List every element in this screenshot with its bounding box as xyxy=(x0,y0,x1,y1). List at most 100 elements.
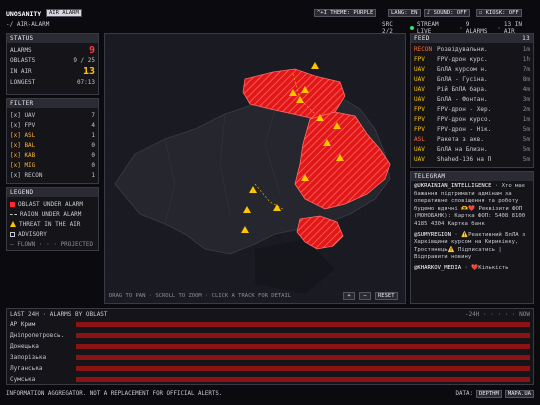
feed-text: Розвідувальни. xyxy=(437,45,488,53)
source-link-mapa[interactable]: MAPA.UA xyxy=(504,390,534,398)
alarm-duration-bar xyxy=(76,344,530,349)
feed-item[interactable]: FPV FPV-дрон курсо. 1m xyxy=(414,114,530,124)
oblast-label: Запорізька xyxy=(10,354,47,361)
alarm-track xyxy=(76,333,530,338)
zoom-in-button[interactable]: + xyxy=(343,292,355,300)
threat-triangle-icon xyxy=(10,221,16,227)
map-canvas[interactable] xyxy=(105,34,406,304)
timeline-header: LAST 24H · ALARMS BY OBLAST -24H · · · ·… xyxy=(10,310,530,318)
filter-count: 0 xyxy=(91,141,95,149)
panel-header: LEGEND xyxy=(7,188,98,197)
filter-label[interactable]: [x] BAL xyxy=(10,142,35,149)
oblast-label: Донецька xyxy=(10,343,39,350)
map-panel[interactable]: DRAG TO PAN · SCROLL TO ZOOM · CLICK A T… xyxy=(104,33,406,304)
alarm-duration-bar xyxy=(76,366,530,371)
filter-item[interactable]: [x] UAV 7 xyxy=(10,110,95,120)
channel-name[interactable]: @SUMYREGION xyxy=(414,232,451,238)
feed-item[interactable]: FPV FPV-дрон - Хер. 2m xyxy=(414,104,530,114)
feed-tag: ASL xyxy=(414,135,425,143)
feed-item[interactable]: FPV FPV-дрон - Нік. 5m xyxy=(414,124,530,134)
feed-tag: RECON xyxy=(414,45,433,53)
feed-time: 1m xyxy=(522,115,530,123)
feed-text: Ракета з акв. xyxy=(437,135,484,143)
alarm-track xyxy=(76,355,530,360)
channel-name[interactable]: @KHARKOV_MEDIA xyxy=(414,265,461,271)
filter-label[interactable]: [x] KAB xyxy=(10,152,35,159)
feed-item[interactable]: UAV Рій БпЛА бара. 4m xyxy=(414,84,530,94)
timeline-row[interactable]: Сумська xyxy=(10,374,530,385)
mode-tab-air-alarm[interactable]: AIR ALARM xyxy=(46,9,82,17)
filter-label[interactable]: [x] FPV xyxy=(10,122,35,129)
timeline-row[interactable]: АР Крим xyxy=(10,319,530,330)
feed-tag: UAV xyxy=(414,145,425,153)
feed-text: БпЛА на Близн. xyxy=(437,145,488,153)
filter-item[interactable]: [x] FPV 4 xyxy=(10,120,95,130)
in-air-value: 13 xyxy=(82,65,95,77)
alarm-duration-bar xyxy=(76,322,530,327)
status-row: LONGEST 07:13 xyxy=(10,78,95,86)
feed-item[interactable]: FPV FPV-дрон курс. 1h xyxy=(414,54,530,64)
feed-text: FPV-дрон - Хер. xyxy=(437,105,492,113)
alarm-track xyxy=(76,344,530,349)
legend-item: ADVISORY xyxy=(10,229,95,239)
telegram-post[interactable]: @UKRAINIAN_INTELLIGENCE · Хто має бажанн… xyxy=(414,183,530,229)
feed-text: FPV-дрон курс. xyxy=(437,55,488,63)
channel-name[interactable]: @UKRAINIAN_INTELLIGENCE xyxy=(414,183,491,189)
filter-count: 0 xyxy=(91,161,95,169)
feed-item[interactable]: RECON Розвідувальни. 1m xyxy=(414,44,530,54)
timeline-row[interactable]: Донецька xyxy=(10,341,530,352)
filter-count: 1 xyxy=(91,131,95,139)
telegram-panel: TELEGRAM @UKRAINIAN_INTELLIGENCE · Хто м… xyxy=(410,171,534,304)
feed-item[interactable]: UAV БпЛА - Гусіна. 8m xyxy=(414,74,530,84)
timeline-panel: LAST 24H · ALARMS BY OBLAST -24H · · · ·… xyxy=(6,308,534,385)
theme-button[interactable]: ^+I THEME: PURPLE xyxy=(314,9,377,17)
feed-item[interactable]: UAV БпЛА курсом н. 7m xyxy=(414,64,530,74)
feed-time: 1m xyxy=(522,45,530,53)
oblast-label: Луганська xyxy=(10,365,43,372)
feed-text: БпЛА - Гусіна. xyxy=(437,75,488,83)
filter-count: 4 xyxy=(91,121,95,129)
filter-item[interactable]: [x] RECON 1 xyxy=(10,170,95,180)
feed-item[interactable]: UAV БпЛА - Фонтан. 3m xyxy=(414,94,530,104)
alarm-track xyxy=(76,366,530,371)
language-button[interactable]: LANG: EN xyxy=(388,9,421,17)
feed-item[interactable]: UAV Shahed-136 на П 5m xyxy=(414,154,530,164)
alarm-track xyxy=(76,377,530,382)
feed-tag: UAV xyxy=(414,95,425,103)
legend-item: THREAT IN THE AIR xyxy=(10,219,95,229)
telegram-post[interactable]: @SUMYREGION · ⚠️Реактивний БпЛА з Харків… xyxy=(414,232,530,262)
zoom-out-button[interactable]: − xyxy=(359,292,371,300)
feed-panel: FEED 13 RECON Розвідувальни. 1m FPV FPV-дрон… xyxy=(410,33,534,168)
feed-item[interactable]: UAV БпЛА на Близн. 5m xyxy=(414,144,530,154)
reset-button[interactable]: RESET xyxy=(375,292,398,300)
map-hint: DRAG TO PAN · SCROLL TO ZOOM · CLICK A T… xyxy=(109,293,292,299)
filter-label[interactable]: [x] MIG xyxy=(10,162,35,169)
filter-item[interactable]: [x] BAL 0 xyxy=(10,140,95,150)
filter-label[interactable]: [x] UAV xyxy=(10,112,35,119)
sound-button[interactable]: ♪ SOUND: OFF xyxy=(424,9,470,17)
feed-text: БпЛА - Фонтан. xyxy=(437,95,488,103)
oblast-alarm-swatch xyxy=(10,201,15,207)
filter-panel: FILTER [x] UAV 7 [x] FPV 4 [x] ASL 1 [x] BAL 0[… xyxy=(6,98,99,184)
alarm-track xyxy=(76,322,530,327)
source-link-deepstate[interactable]: DEPTHM xyxy=(475,390,502,398)
kiosk-button[interactable]: ☐ KIOSK: OFF xyxy=(476,9,522,17)
filter-count: 1 xyxy=(91,171,95,179)
feed-text: FPV-дрон курсо. xyxy=(437,115,492,123)
telegram-post[interactable]: @KHARKOV_MEDIA · ❤️Кількість xyxy=(414,265,530,273)
feed-tag: UAV xyxy=(414,85,425,93)
timeline-row[interactable]: Запорізька xyxy=(10,352,530,363)
alarms-value: 9 xyxy=(88,44,95,56)
legend-item: OBLAST UNDER ALARM xyxy=(10,199,95,209)
filter-label[interactable]: [x] RECON xyxy=(10,172,43,179)
filter-item[interactable]: [x] MIG 0 xyxy=(10,160,95,170)
feed-time: 5m xyxy=(522,145,530,153)
alarm-duration-bar xyxy=(76,333,530,338)
filter-label[interactable]: [x] ASL xyxy=(10,132,35,139)
filter-item[interactable]: [x] KAB 0 xyxy=(10,150,95,160)
feed-item[interactable]: ASL Ракета з акв. 5m xyxy=(414,134,530,144)
filter-item[interactable]: [x] ASL 1 xyxy=(10,130,95,140)
feed-tag: UAV xyxy=(414,75,425,83)
timeline-row[interactable]: Луганська xyxy=(10,363,530,374)
timeline-row[interactable]: Дніпропетровсь. xyxy=(10,330,530,341)
